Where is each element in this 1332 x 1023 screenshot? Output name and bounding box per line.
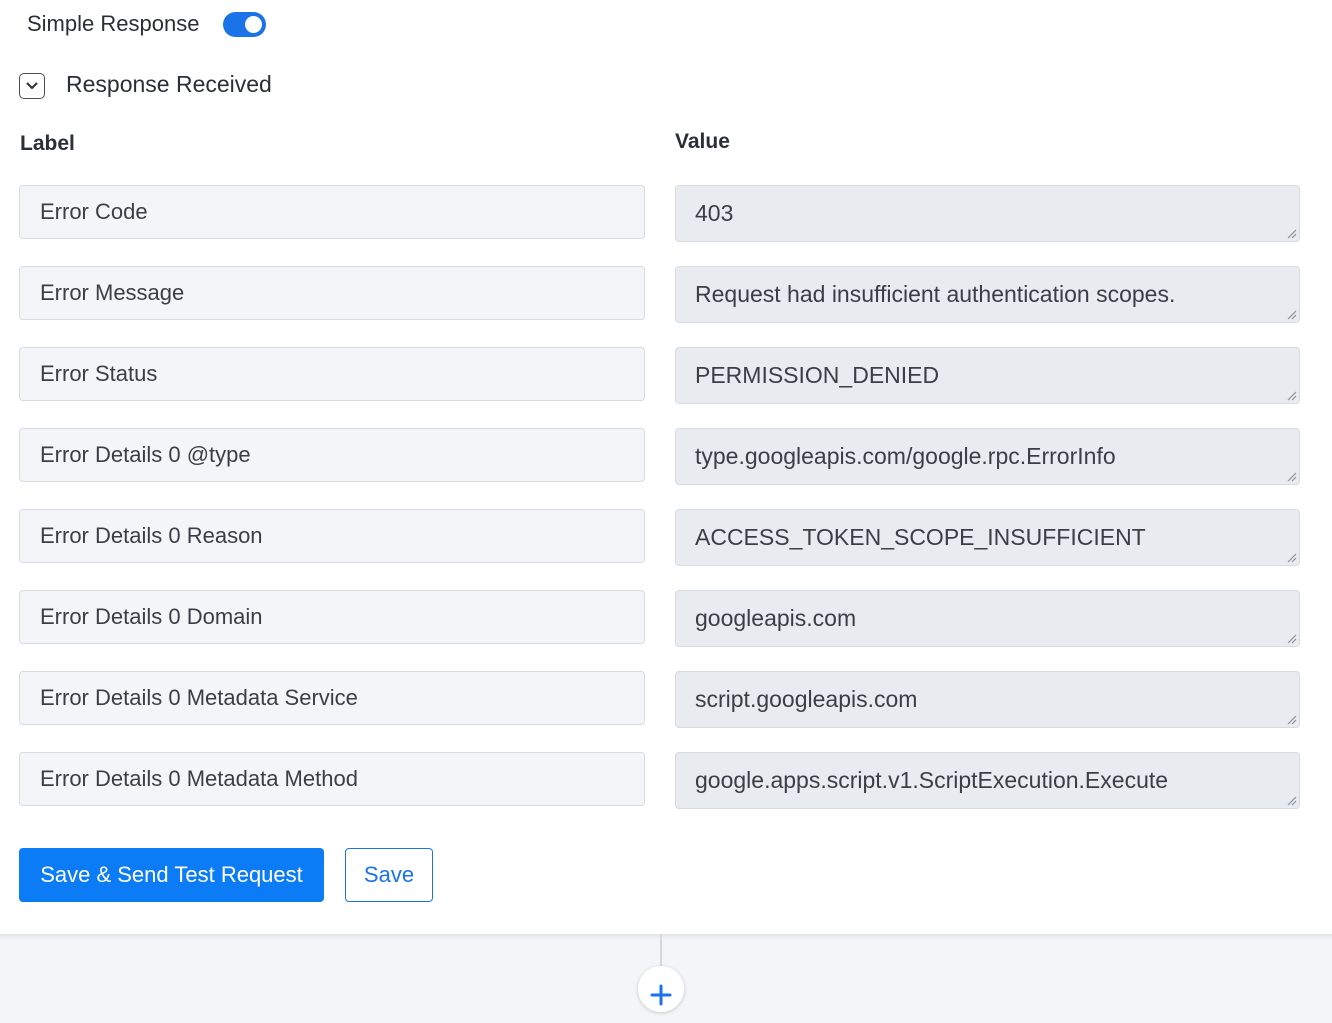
value-text: ACCESS_TOKEN_SCOPE_INSUFFICIENT: [695, 524, 1146, 550]
resize-grip-icon[interactable]: [1285, 794, 1297, 806]
response-row: googleapis.com: [19, 590, 1300, 647]
value-field[interactable]: googleapis.com: [675, 590, 1300, 647]
response-row: Request had insufficient authentication …: [19, 266, 1300, 323]
resize-grip-icon[interactable]: [1285, 632, 1297, 644]
value-text: PERMISSION_DENIED: [695, 362, 940, 388]
value-field[interactable]: script.googleapis.com: [675, 671, 1300, 728]
label-input[interactable]: [19, 428, 645, 482]
collapse-toggle-button[interactable]: [19, 73, 45, 99]
value-text: type.googleapis.com/google.rpc.ErrorInfo: [695, 443, 1116, 469]
label-input[interactable]: [19, 509, 645, 563]
add-step-button[interactable]: [638, 966, 684, 1012]
response-received-header: Response Received: [19, 70, 272, 99]
save-and-send-test-request-button[interactable]: Save & Send Test Request: [19, 848, 324, 902]
label-input[interactable]: [19, 752, 645, 806]
response-row: script.googleapis.com: [19, 671, 1300, 728]
label-input[interactable]: [19, 347, 645, 401]
label-input[interactable]: [19, 266, 645, 320]
value-text: google.apps.script.v1.ScriptExecution.Ex…: [695, 767, 1169, 793]
value-text: 403: [695, 200, 734, 226]
simple-response-row: Simple Response: [27, 8, 266, 40]
chevron-down-icon: [26, 82, 38, 89]
value-column-header: Value: [675, 130, 730, 153]
value-field[interactable]: PERMISSION_DENIED: [675, 347, 1300, 404]
simple-response-label: Simple Response: [27, 11, 200, 36]
resize-grip-icon[interactable]: [1285, 470, 1297, 482]
value-field[interactable]: ACCESS_TOKEN_SCOPE_INSUFFICIENT: [675, 509, 1300, 566]
response-card: Simple Response Response Received Label …: [0, 0, 1332, 934]
resize-grip-icon[interactable]: [1285, 308, 1297, 320]
value-text: Request had insufficient authentication …: [695, 281, 1176, 307]
resize-grip-icon[interactable]: [1285, 713, 1297, 725]
response-row: ACCESS_TOKEN_SCOPE_INSUFFICIENT: [19, 509, 1300, 566]
value-field[interactable]: 403: [675, 185, 1300, 242]
resize-grip-icon[interactable]: [1285, 551, 1297, 563]
value-field[interactable]: Request had insufficient authentication …: [675, 266, 1300, 323]
label-input[interactable]: [19, 590, 645, 644]
value-field[interactable]: type.googleapis.com/google.rpc.ErrorInfo: [675, 428, 1300, 485]
response-row: 403: [19, 185, 1300, 242]
toggle-on-icon: [245, 16, 262, 33]
resize-grip-icon[interactable]: [1285, 389, 1297, 401]
resize-grip-icon[interactable]: [1285, 227, 1297, 239]
label-input[interactable]: [19, 185, 645, 239]
label-input[interactable]: [19, 671, 645, 725]
value-text: script.googleapis.com: [695, 686, 918, 712]
value-field[interactable]: google.apps.script.v1.ScriptExecution.Ex…: [675, 752, 1300, 809]
label-column-header: Label: [20, 132, 75, 155]
simple-response-toggle[interactable]: [223, 12, 266, 37]
response-row: google.apps.script.v1.ScriptExecution.Ex…: [19, 752, 1300, 809]
value-text: googleapis.com: [695, 605, 857, 631]
section-title: Response Received: [66, 71, 272, 97]
response-row: PERMISSION_DENIED: [19, 347, 1300, 404]
plus-icon: [650, 984, 672, 1006]
save-button[interactable]: Save: [345, 848, 433, 902]
response-row: type.googleapis.com/google.rpc.ErrorInfo: [19, 428, 1300, 485]
step-connector: [660, 934, 662, 970]
